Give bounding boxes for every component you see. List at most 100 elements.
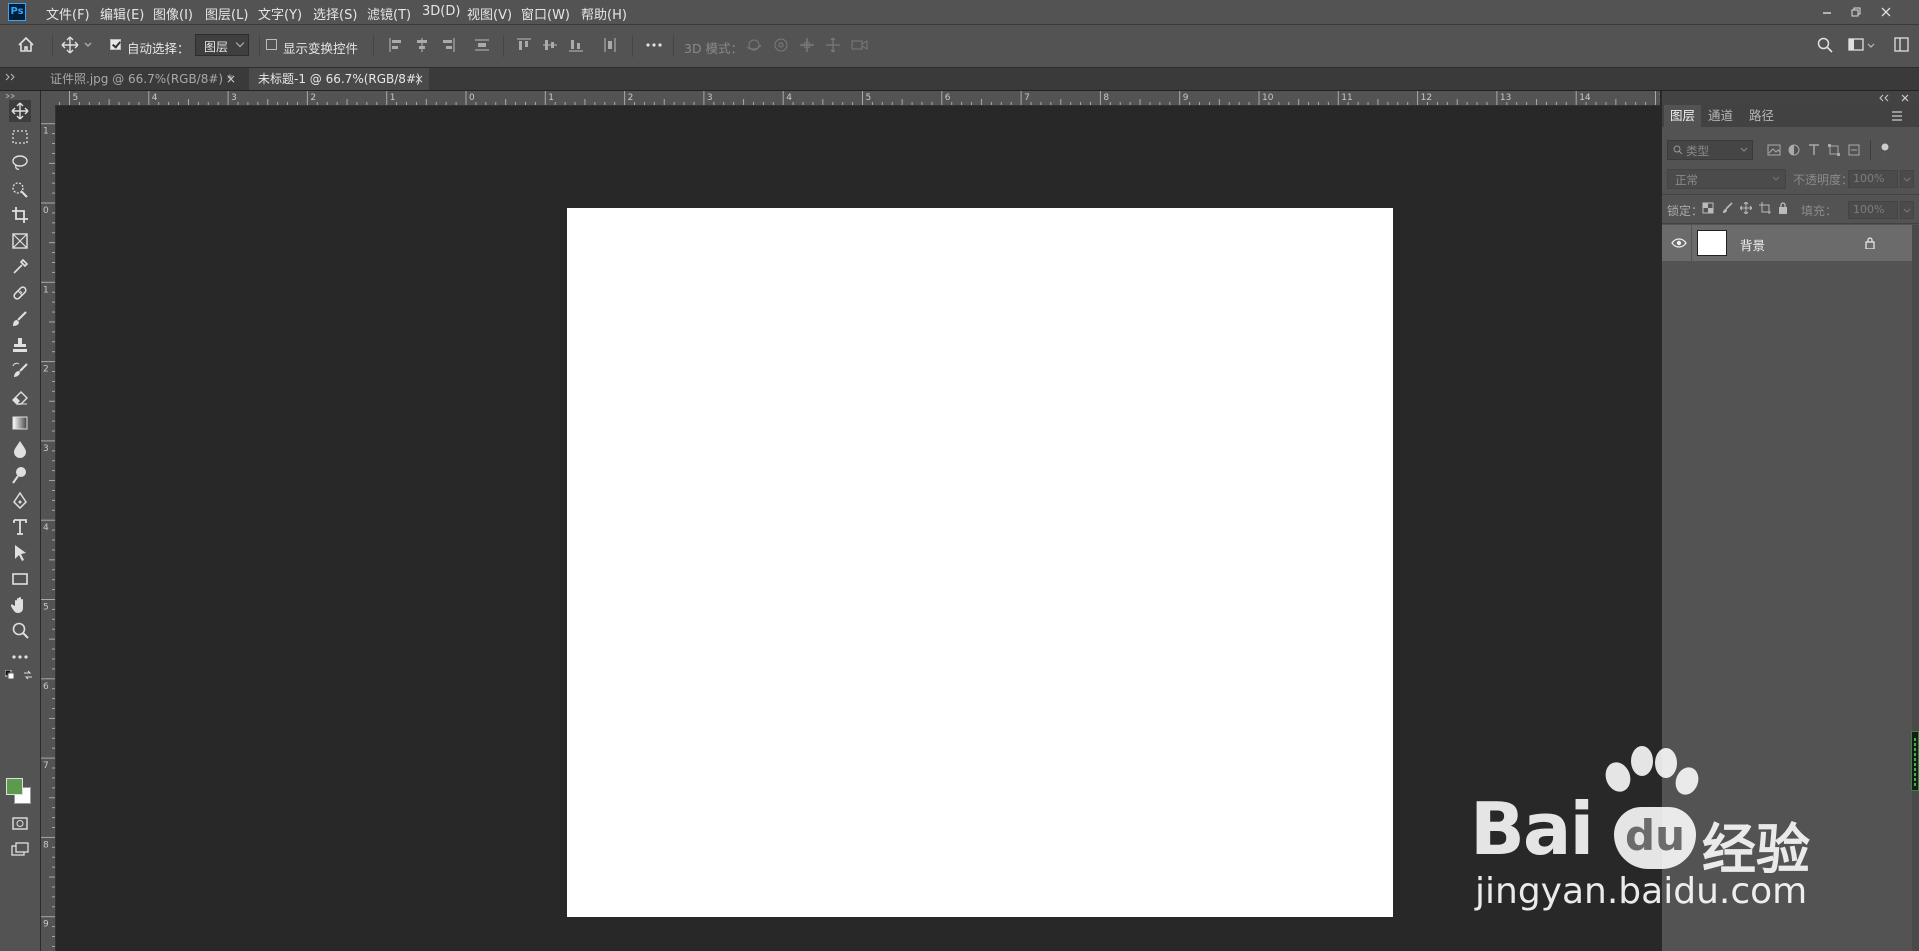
tab-id-photo[interactable]: 证件照.jpg @ 66.7%(RGB/8#) * ×	[41, 68, 248, 90]
dodge-tool-icon[interactable]	[9, 464, 31, 486]
screen-mode-icon[interactable]	[9, 838, 31, 860]
quick-mask-icon[interactable]	[9, 812, 31, 834]
menu-item[interactable]: 选择(S)	[313, 4, 357, 23]
panel-menu-icon[interactable]	[1890, 110, 1904, 122]
distribute-horizontal-icon[interactable]	[602, 37, 618, 53]
close-tab-icon[interactable]: ×	[414, 68, 424, 90]
layer-name[interactable]: 背景	[1740, 235, 1765, 254]
share-icon[interactable]	[1893, 36, 1911, 54]
swap-colors-icon[interactable]	[23, 670, 33, 680]
default-colors-icon[interactable]	[5, 670, 15, 680]
menu-item[interactable]: 帮助(H)	[581, 4, 627, 23]
history-brush-tool-icon[interactable]	[9, 360, 31, 382]
opacity-field[interactable]: 100%	[1848, 170, 1898, 188]
document-canvas[interactable]	[567, 208, 1393, 917]
lock-image-pixels-icon[interactable]	[1721, 202, 1733, 214]
lasso-tool-icon[interactable]	[9, 152, 31, 174]
filter-shape-layers-icon[interactable]	[1827, 144, 1841, 156]
toolbar-collapse-icon[interactable]	[4, 93, 18, 99]
menu-item[interactable]: 3D(D)	[422, 4, 460, 19]
search-icon[interactable]	[1816, 36, 1834, 54]
menu-item[interactable]: 文字(Y)	[258, 4, 302, 23]
gradient-tool-icon[interactable]	[9, 412, 31, 434]
layers-scrollbar[interactable]	[1912, 225, 1919, 951]
show-transform-controls-checkbox[interactable]	[266, 39, 277, 50]
3d-camera-icon	[851, 37, 869, 53]
close-panel-icon[interactable]	[1899, 92, 1911, 104]
align-left-edges-icon[interactable]	[388, 37, 404, 53]
blur-tool-icon[interactable]	[9, 438, 31, 460]
more-options-icon[interactable]	[645, 37, 663, 53]
layer-row-background[interactable]: 背景	[1662, 225, 1912, 261]
ruler-origin[interactable]	[41, 91, 55, 105]
lock-artboard-icon[interactable]	[1759, 202, 1771, 214]
layer-thumbnail[interactable]	[1697, 230, 1727, 256]
workspace-icon[interactable]	[1848, 36, 1876, 54]
collapse-panels-icon[interactable]	[4, 72, 16, 82]
lock-transparent-pixels-icon[interactable]	[1702, 202, 1714, 214]
collapse-panel-icon[interactable]	[1878, 93, 1890, 103]
align-bottom-edges-icon[interactable]	[568, 37, 584, 53]
tab-layers[interactable]: 图层	[1664, 105, 1702, 127]
filter-pixel-layers-icon[interactable]	[1767, 144, 1781, 156]
frame-tool-icon[interactable]	[9, 230, 31, 252]
edit-toolbar-icon[interactable]	[9, 646, 31, 668]
blend-mode-value: 正常	[1675, 173, 1698, 187]
move-tool-icon[interactable]	[9, 100, 31, 122]
menu-item[interactable]: 滤镜(T)	[367, 4, 411, 23]
auto-select-checkbox[interactable]	[110, 39, 121, 50]
pen-tool-icon[interactable]	[9, 490, 31, 512]
zoom-tool-icon[interactable]	[9, 620, 31, 642]
type-tool-icon[interactable]	[9, 516, 31, 538]
tab-paths[interactable]: 路径	[1743, 105, 1780, 127]
close-tab-icon[interactable]: ×	[226, 68, 236, 90]
menu-item[interactable]: 视图(V)	[467, 4, 512, 23]
align-right-edges-icon[interactable]	[440, 37, 456, 53]
menu-item[interactable]: 窗口(W)	[521, 4, 570, 23]
minimize-icon[interactable]	[1817, 2, 1837, 22]
close-window-icon[interactable]	[1876, 2, 1896, 22]
lock-all-icon[interactable]	[1777, 202, 1789, 214]
fill-slider-toggle[interactable]	[1900, 201, 1914, 219]
move-tool-preset-icon[interactable]	[60, 35, 92, 55]
filter-toggle-icon[interactable]	[1877, 142, 1893, 160]
auto-select-target-dropdown[interactable]: 图层	[195, 34, 249, 56]
photoshop-logo-icon[interactable]: Ps	[8, 3, 26, 21]
distribute-vertical-icon[interactable]	[474, 37, 490, 53]
blend-mode-dropdown[interactable]: 正常	[1667, 169, 1786, 189]
filter-adjustment-layers-icon[interactable]	[1787, 144, 1801, 156]
healing-brush-tool-icon[interactable]	[9, 282, 31, 304]
layer-filter-dropdown[interactable]: 类型	[1667, 140, 1753, 160]
filter-type-layers-icon[interactable]	[1807, 144, 1821, 156]
separator	[52, 35, 53, 57]
home-icon[interactable]	[16, 35, 36, 55]
clone-stamp-tool-icon[interactable]	[9, 334, 31, 356]
eyedropper-tool-icon[interactable]	[9, 256, 31, 278]
lock-position-icon[interactable]	[1740, 202, 1752, 214]
fill-field[interactable]: 100%	[1848, 201, 1898, 219]
menu-item[interactable]: 图像(I)	[153, 4, 193, 23]
restore-icon[interactable]	[1846, 2, 1866, 22]
quick-selection-tool-icon[interactable]	[9, 178, 31, 200]
opacity-slider-toggle[interactable]	[1900, 170, 1914, 188]
menu-item[interactable]: 编辑(E)	[100, 4, 144, 23]
visibility-eye-icon[interactable]	[1671, 237, 1687, 249]
path-selection-tool-icon[interactable]	[9, 542, 31, 564]
menu-item[interactable]: 图层(L)	[205, 4, 248, 23]
foreground-color-swatch[interactable]	[6, 778, 23, 795]
eraser-tool-icon[interactable]	[9, 386, 31, 408]
align-vertical-centers-icon[interactable]	[542, 37, 558, 53]
menu-item[interactable]: 文件(F)	[46, 4, 90, 23]
align-top-edges-icon[interactable]	[516, 37, 532, 53]
crop-tool-icon[interactable]	[9, 204, 31, 226]
filter-smart-objects-icon[interactable]	[1847, 144, 1861, 156]
horizontal-ruler[interactable]: 654321012345678910111213141516	[41, 91, 1660, 106]
tab-channels[interactable]: 通道	[1702, 105, 1739, 127]
marquee-tool-icon[interactable]	[9, 126, 31, 148]
rectangle-tool-icon[interactable]	[9, 568, 31, 590]
align-horizontal-centers-icon[interactable]	[414, 37, 430, 53]
tab-untitled-1[interactable]: 未标题-1 @ 66.7%(RGB/8#) ×	[249, 68, 429, 90]
vertical-ruler[interactable]: 1 0 1 2 3 4 5 6 7 8 9	[41, 105, 56, 951]
hand-tool-icon[interactable]	[9, 594, 31, 616]
brush-tool-icon[interactable]	[9, 308, 31, 330]
